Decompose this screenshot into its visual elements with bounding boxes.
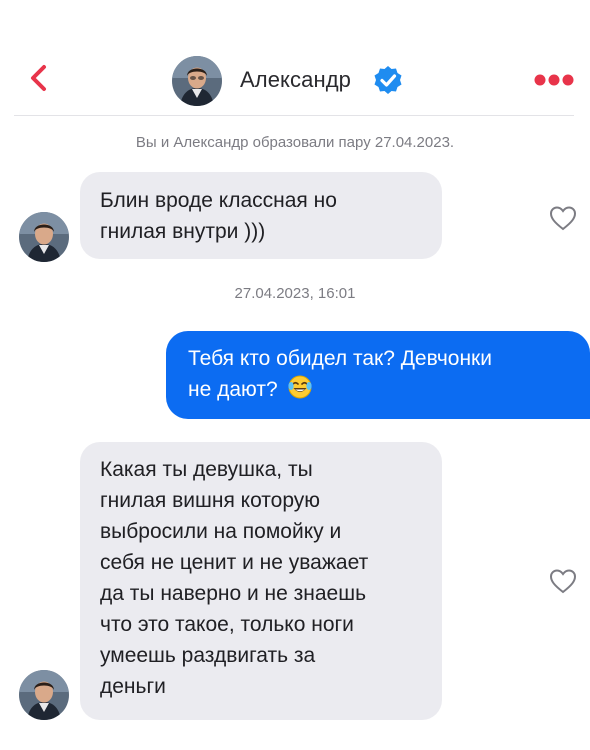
verified-badge-icon <box>374 66 402 94</box>
heart-icon[interactable] <box>548 567 578 595</box>
chat-header: Александр <box>0 0 590 118</box>
match-notice: Вы и Александр образовали пару 27.04.202… <box>135 134 455 151</box>
message-line: себя не ценит и не уважает <box>100 551 369 574</box>
message-line: умеешь раздвигать за <box>100 644 316 667</box>
sender-avatar[interactable] <box>19 212 69 262</box>
message-line: что это такое, только ноги <box>100 613 354 636</box>
message-line: деньги <box>100 675 166 698</box>
message-line: Какая ты девушка, ты <box>100 458 313 481</box>
heart-icon[interactable] <box>548 204 578 232</box>
message-line: выбросили на помойку и <box>100 520 342 543</box>
message-line: Тебя кто обидел так? Девчонки <box>188 347 492 370</box>
message-line: гнилая вишня которую <box>100 489 321 512</box>
message-bubble-outgoing[interactable]: Тебя кто обидел так? Девчонки не дают? <box>166 331 590 419</box>
contact-avatar[interactable] <box>172 56 222 106</box>
contact-name[interactable]: Александр <box>240 67 351 93</box>
sender-avatar[interactable] <box>19 670 69 720</box>
message-line: не дают? <box>188 378 278 401</box>
message-line: Блин вроде классная но <box>100 189 337 212</box>
message-line: да ты наверно и не знаешь <box>100 582 367 605</box>
chevron-left-icon[interactable] <box>24 62 56 94</box>
message-line: гнилая внутри ))) <box>100 220 266 243</box>
message-timestamp: 27.04.2023, 16:01 <box>234 285 356 302</box>
header-divider <box>14 115 574 116</box>
message-bubble-incoming[interactable]: Какая ты девушка, ты гнилая вишня котору… <box>80 442 442 720</box>
face-with-tears-of-joy-icon <box>288 375 313 399</box>
message-bubble-incoming[interactable]: Блин вроде классная но гнилая внутри ))) <box>80 172 442 259</box>
more-dots-icon[interactable] <box>530 70 578 90</box>
